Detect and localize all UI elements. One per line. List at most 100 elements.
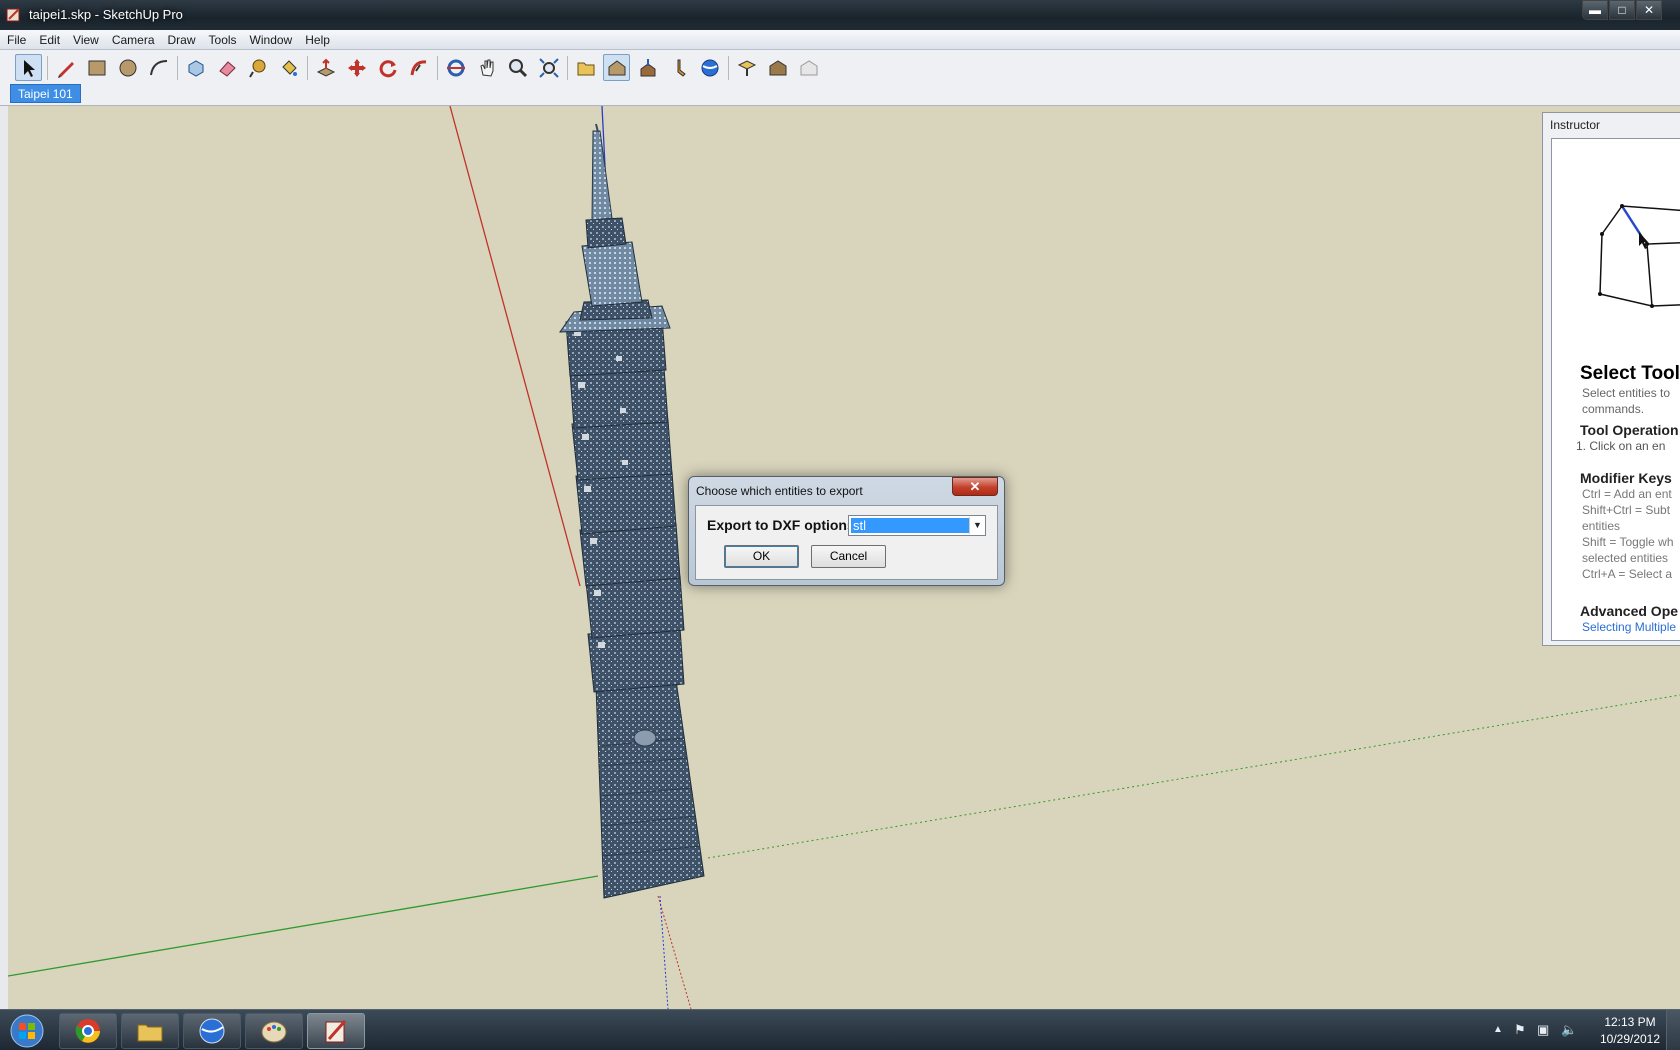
instructor-heading: Select Tool xyxy=(1580,363,1680,384)
previous-view-button[interactable] xyxy=(572,54,599,81)
instructor-content: Select Tool Select entities to commands.… xyxy=(1551,138,1680,641)
toolbar-separator xyxy=(567,56,568,80)
menu-help[interactable]: Help xyxy=(298,30,336,47)
follow-me-icon xyxy=(410,59,426,75)
zoom-extents-icon xyxy=(538,57,559,78)
folder-view-icon xyxy=(577,62,594,75)
viewport-left-border xyxy=(0,106,8,1009)
folder-icon xyxy=(137,1024,163,1042)
cancel-button[interactable]: Cancel xyxy=(811,545,886,568)
pan-button[interactable] xyxy=(473,54,500,81)
zoom-button[interactable] xyxy=(504,54,531,81)
clock-date[interactable]: 10/29/2012 xyxy=(1594,1032,1666,1046)
rectangle-tool-button[interactable] xyxy=(83,54,110,81)
circle-tool-button[interactable] xyxy=(114,54,141,81)
menu-tools[interactable]: Tools xyxy=(202,30,243,47)
instructor-description: Select entities to commands. xyxy=(1582,385,1670,417)
house-download-icon xyxy=(608,59,625,75)
dropdown-arrow-icon[interactable]: ▼ xyxy=(969,517,985,534)
push-pull-button[interactable] xyxy=(312,54,339,81)
toolbar-separator xyxy=(437,56,438,80)
action-center-flag-icon[interactable]: ⚑ xyxy=(1514,1022,1526,1038)
scene-tab-taipei-101[interactable]: Taipei 101 xyxy=(10,84,81,103)
push-pull-icon xyxy=(316,58,335,77)
taskbar-explorer[interactable] xyxy=(121,1013,179,1049)
title-bar: taipei1.skp - SketchUp Pro ▬ □ ✕ xyxy=(0,0,1680,30)
menu-view[interactable]: View xyxy=(66,30,105,47)
tray-expand-icon[interactable]: ▲ xyxy=(1493,1024,1503,1035)
maximize-button[interactable]: □ xyxy=(1609,0,1635,20)
orbit-icon xyxy=(446,59,465,76)
modifier-keys-heading: Modifier Keys xyxy=(1580,470,1672,486)
google-earth-button[interactable] xyxy=(696,54,723,81)
google-earth-icon xyxy=(199,1018,225,1044)
taskbar-google-earth[interactable] xyxy=(183,1013,241,1049)
rotate-tool-button[interactable] xyxy=(374,54,401,81)
ok-button[interactable]: OK xyxy=(724,545,799,568)
orbit-button[interactable] xyxy=(442,54,469,81)
minimize-button[interactable]: ▬ xyxy=(1582,0,1608,20)
dialog-title: Choose which entities to export xyxy=(696,484,863,498)
menu-window[interactable]: Window xyxy=(243,30,299,47)
network-icon[interactable]: ▣ xyxy=(1537,1022,1549,1038)
blue-axis-dotted xyxy=(659,895,669,1009)
share-model-button[interactable] xyxy=(634,54,661,81)
taskbar-sketchup[interactable] xyxy=(307,1013,365,1049)
toolbar-separator xyxy=(307,56,308,80)
start-button[interactable] xyxy=(4,1012,50,1050)
get-models-3dw-button[interactable] xyxy=(764,54,791,81)
globe-icon xyxy=(701,59,718,76)
arc-icon xyxy=(149,59,167,75)
export-options-select[interactable]: stl ▼ xyxy=(848,515,986,536)
menu-bar: File Edit View Camera Draw Tools Window Help xyxy=(0,30,1680,50)
selecting-multiple-link[interactable]: Selecting Multiple xyxy=(1582,620,1676,634)
eraser-icon xyxy=(218,60,236,77)
house-upload-icon xyxy=(640,58,655,76)
eraser-tool-button[interactable] xyxy=(213,54,240,81)
menu-edit[interactable]: Edit xyxy=(32,30,66,47)
arrow-cursor-icon xyxy=(23,59,35,77)
tower-medallion xyxy=(633,729,657,747)
dialog-close-button[interactable]: ✕ xyxy=(952,477,998,496)
tower-base xyxy=(595,679,705,899)
tape-measure-button[interactable] xyxy=(244,54,271,81)
get-photo-texture-button[interactable] xyxy=(733,54,760,81)
modifier-key-line: Ctrl = Add an ent xyxy=(1582,487,1672,501)
instructor-panel: Instructor Select Tool Select entities t… xyxy=(1542,112,1680,646)
line-tool-button[interactable] xyxy=(52,54,79,81)
zoom-extents-button[interactable] xyxy=(535,54,562,81)
modifier-key-line: Shift = Toggle wh xyxy=(1582,535,1674,549)
rotate-icon xyxy=(379,59,396,77)
chrome-icon xyxy=(75,1019,100,1043)
menu-file[interactable]: File xyxy=(0,30,32,47)
position-camera-button[interactable] xyxy=(665,54,692,81)
taskbar-paint[interactable] xyxy=(245,1013,303,1049)
toolbar-separator xyxy=(728,56,729,80)
taskbar: ▲ ⚑ ▣ 🔈 12:13 PM 10/29/2012 xyxy=(0,1009,1680,1050)
select-tool-house-icon xyxy=(1598,204,1680,308)
share-component-button[interactable] xyxy=(795,54,822,81)
move-tool-button[interactable] xyxy=(343,54,370,81)
taskbar-chrome[interactable] xyxy=(59,1013,117,1049)
tool-operation-heading: Tool Operation xyxy=(1580,422,1679,438)
warehouse-icon xyxy=(769,59,786,75)
green-axis-dotted xyxy=(707,694,1680,859)
menu-camera[interactable]: Camera xyxy=(105,30,161,47)
get-models-button[interactable] xyxy=(603,54,630,81)
clock-time[interactable]: 12:13 PM xyxy=(1594,1015,1666,1029)
close-window-button[interactable]: ✕ xyxy=(1636,0,1662,20)
volume-icon[interactable]: 🔈 xyxy=(1561,1022,1577,1038)
make-component-button[interactable] xyxy=(182,54,209,81)
red-axis-dotted xyxy=(657,895,692,1009)
paint-bucket-icon xyxy=(281,59,297,76)
select-tool-button[interactable] xyxy=(15,54,42,81)
hand-icon xyxy=(479,59,493,77)
description-line: Select entities to xyxy=(1582,386,1671,400)
windows-logo-icon xyxy=(10,1014,44,1048)
arc-tool-button[interactable] xyxy=(145,54,172,81)
follow-me-button[interactable] xyxy=(405,54,432,81)
menu-draw[interactable]: Draw xyxy=(161,30,202,47)
show-desktop-button[interactable] xyxy=(1666,1010,1680,1050)
paint-bucket-button[interactable] xyxy=(275,54,302,81)
dialog-body: Export to DXF options stl ▼ OK Cancel xyxy=(695,505,998,580)
